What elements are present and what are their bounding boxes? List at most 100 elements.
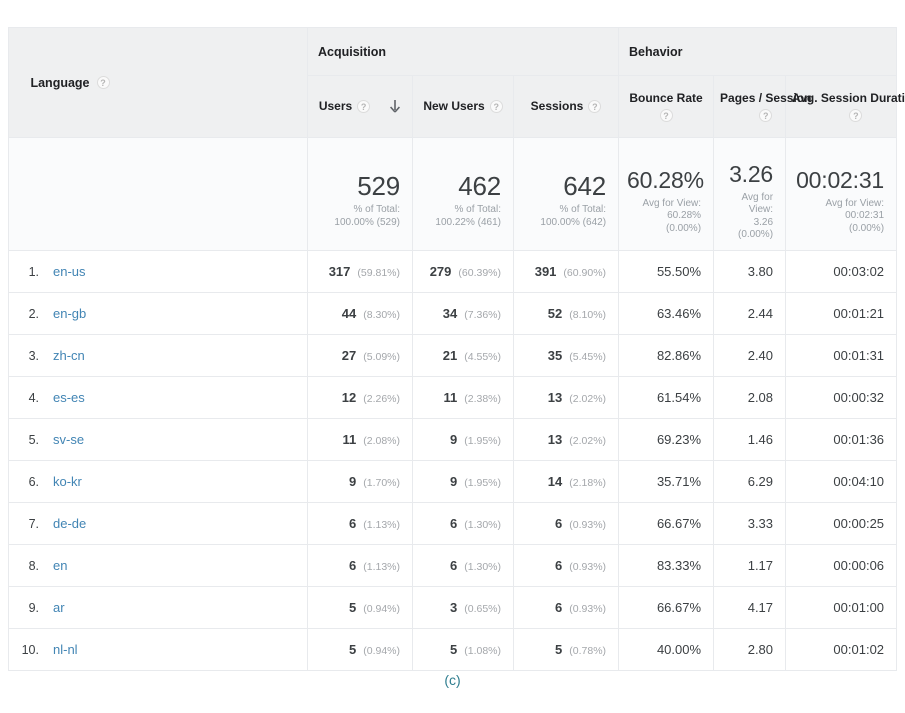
- cell-sessions-percent: (60.90%): [563, 266, 607, 279]
- cell-new-users-value: 11: [443, 389, 458, 405]
- table-body: 529 % of Total: 100.00% (529) 462 % of T…: [8, 137, 898, 671]
- cell-bounce-rate: 63.46%: [618, 292, 715, 335]
- help-icon[interactable]: ?: [96, 76, 110, 89]
- cell-sessions-percent: (0.93%): [569, 602, 607, 615]
- table-header: Language ? Acquisition Behavior Users ?: [8, 27, 905, 138]
- page-root: Language ? Acquisition Behavior Users ?: [0, 0, 905, 713]
- cell-users-value: 6: [349, 557, 357, 573]
- language-link[interactable]: nl-nl: [53, 642, 78, 657]
- help-icon[interactable]: ?: [588, 100, 602, 113]
- column-header-bounce-rate-label: Bounce Rate: [629, 91, 703, 105]
- cell-new-users-value: 34: [442, 305, 458, 321]
- summary-users-value: 529: [357, 171, 400, 201]
- row-dimension-cell: 6. ko-kr: [8, 460, 308, 503]
- column-header-sessions-label: Sessions: [530, 99, 584, 113]
- language-link[interactable]: zh-cn: [53, 348, 85, 363]
- row-rank: 2.: [28, 306, 39, 321]
- language-link[interactable]: en: [53, 558, 67, 573]
- language-report-table: Language ? Acquisition Behavior Users ?: [8, 27, 905, 671]
- cell-users: 27 (5.09%): [307, 334, 413, 377]
- cell-new-users: 21 (4.55%): [412, 334, 514, 377]
- cell-users: 11 (2.08%): [307, 418, 413, 461]
- sort-descending-icon[interactable]: [389, 99, 401, 114]
- column-header-users[interactable]: Users ?: [307, 75, 413, 138]
- summary-pages-session-line2: View:: [748, 204, 774, 215]
- column-header-avg-session-duration[interactable]: Avg. Session Duration ?: [785, 75, 905, 138]
- row-rank: 5.: [28, 432, 39, 447]
- summary-sessions-value: 642: [563, 171, 607, 201]
- cell-bounce-rate: 40.00%: [618, 628, 715, 671]
- cell-users-percent: (59.81%): [357, 266, 400, 279]
- cell-users-value: 12: [341, 389, 357, 405]
- cell-sessions: 13 (2.02%): [512, 376, 620, 419]
- language-link[interactable]: ko-kr: [53, 474, 82, 489]
- summary-new-users-value: 462: [458, 171, 501, 201]
- cell-new-users: 34 (7.36%): [412, 292, 514, 335]
- cell-new-users: 6 (1.30%): [412, 544, 514, 587]
- column-header-bounce-rate[interactable]: Bounce Rate ?: [618, 75, 715, 138]
- cell-sessions-percent: (2.18%): [569, 476, 607, 489]
- cell-sessions-value: 5: [555, 641, 563, 657]
- cell-users: 12 (2.26%): [307, 376, 413, 419]
- column-header-new-users[interactable]: New Users ?: [412, 75, 514, 138]
- cell-avg-session-duration: 00:01:31: [785, 334, 898, 377]
- cell-new-users: 11 (2.38%): [412, 376, 514, 419]
- cell-bounce-rate: 55.50%: [618, 250, 715, 293]
- language-link[interactable]: sv-se: [53, 432, 84, 447]
- cell-users-value: 44: [341, 305, 357, 321]
- cell-new-users-percent: (1.95%): [464, 434, 501, 447]
- cell-sessions: 391 (60.90%): [512, 250, 620, 293]
- cell-new-users-percent: (1.30%): [464, 560, 501, 573]
- cell-pages-session: 2.08: [713, 376, 787, 419]
- table-row: 7. de-de 6 (1.13%) 6 (1.30%) 6 (0.93%) 66.67% 3.3…: [8, 502, 898, 545]
- group-header-acquisition-label: Acquisition: [318, 44, 387, 59]
- summary-bounce-rate-line3: (0.00%): [666, 222, 702, 234]
- help-icon[interactable]: ?: [849, 109, 863, 122]
- row-dimension-cell: 1. en-us: [8, 250, 308, 293]
- cell-new-users-percent: (60.39%): [458, 266, 501, 279]
- cell-sessions: 6 (0.93%): [512, 544, 620, 587]
- summary-avg-session-duration-value: 00:02:31: [796, 166, 885, 193]
- cell-pages-session: 2.80: [713, 628, 787, 671]
- cell-new-users-percent: (0.65%): [464, 602, 501, 615]
- cell-sessions: 5 (0.78%): [512, 628, 620, 671]
- summary-cell-avg-session-duration: 00:02:31 Avg for View: 00:02:31 (0.00%): [785, 137, 898, 251]
- language-link[interactable]: en-us: [53, 264, 86, 279]
- column-header-language[interactable]: Language ?: [8, 27, 308, 138]
- language-link[interactable]: es-es: [53, 390, 85, 405]
- help-icon[interactable]: ?: [659, 109, 673, 122]
- help-icon[interactable]: ?: [357, 100, 371, 113]
- cell-avg-session-duration: 00:01:36: [785, 418, 898, 461]
- column-header-sessions[interactable]: Sessions ?: [512, 75, 620, 138]
- column-header-pages-session[interactable]: Pages / Session ?: [713, 75, 811, 138]
- help-icon[interactable]: ?: [759, 109, 773, 122]
- cell-users: 5 (0.94%): [307, 628, 413, 671]
- cell-pages-session: 3.33: [713, 502, 787, 545]
- cell-sessions-value: 6: [555, 599, 563, 615]
- cell-sessions: 6 (0.93%): [512, 502, 620, 545]
- cell-users-value: 6: [349, 515, 357, 531]
- row-rank: 1.: [28, 264, 39, 279]
- row-dimension-cell: 4. es-es: [8, 376, 308, 419]
- group-header-acquisition: Acquisition: [306, 27, 620, 76]
- cell-users-percent: (2.26%): [363, 392, 400, 405]
- table-row: 6. ko-kr 9 (1.70%) 9 (1.95%) 14 (2.18%) 35.71% 6.…: [8, 460, 898, 503]
- cell-bounce-rate: 66.67%: [618, 586, 715, 629]
- language-link[interactable]: de-de: [53, 516, 86, 531]
- cell-new-users-percent: (1.95%): [464, 476, 501, 489]
- summary-cell-pages-session: 3.26 Avg for View: 3.26 (0.00%): [713, 137, 787, 251]
- table-row: 9. ar 5 (0.94%) 3 (0.65%) 6 (0.93%) 66.67% 4.17 00…: [8, 586, 898, 629]
- column-header-new-users-label: New Users: [423, 99, 485, 113]
- cell-avg-session-duration: 00:00:32: [785, 376, 898, 419]
- row-dimension-cell: 5. sv-se: [8, 418, 308, 461]
- cell-new-users: 3 (0.65%): [412, 586, 514, 629]
- language-link[interactable]: ar: [53, 600, 65, 615]
- language-link[interactable]: en-gb: [53, 306, 86, 321]
- cell-avg-session-duration: 00:00:06: [785, 544, 898, 587]
- cell-pages-session: 1.46: [713, 418, 787, 461]
- cell-users: 9 (1.70%): [307, 460, 413, 503]
- cell-new-users: 6 (1.30%): [412, 502, 514, 545]
- help-icon[interactable]: ?: [489, 100, 503, 113]
- summary-users-line1: % of Total:: [353, 204, 400, 215]
- summary-pages-session-line3: 3.26: [753, 216, 774, 228]
